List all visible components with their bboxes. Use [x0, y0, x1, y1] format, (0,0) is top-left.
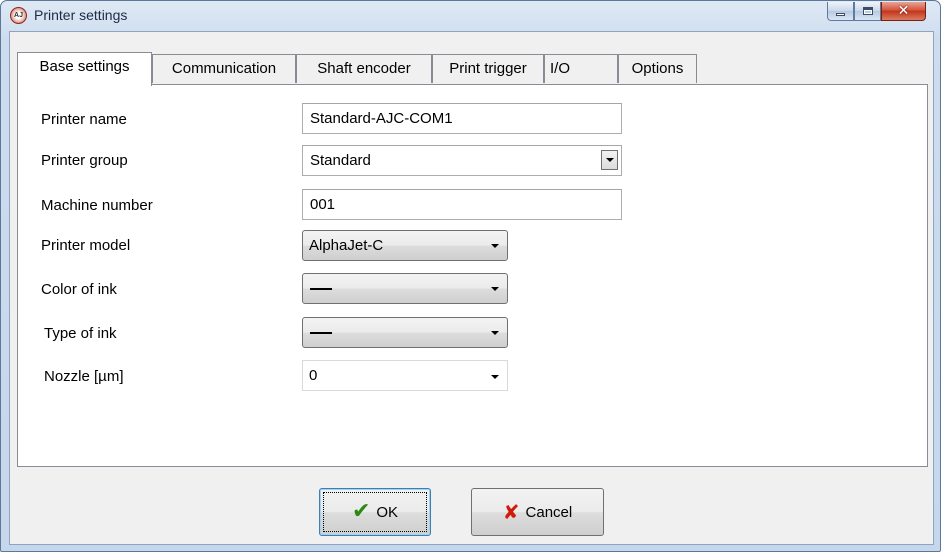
printer-name-label: Printer name [41, 111, 127, 128]
maximize-icon [862, 7, 873, 15]
cancel-button-label: Cancel [525, 503, 573, 521]
tab-io[interactable]: I/O [544, 54, 618, 83]
ok-button-label: OK [376, 503, 399, 521]
empty-selection-dash [310, 288, 332, 290]
machine-number-label: Machine number [41, 197, 153, 214]
maximize-button[interactable] [854, 2, 881, 21]
printer-group-dropdown-button[interactable] [601, 150, 618, 170]
tab-print-trigger[interactable]: Print trigger [432, 54, 544, 83]
close-button[interactable]: ✕ [881, 2, 926, 21]
checkmark-icon: ✔ [351, 499, 371, 524]
printer-group-label: Printer group [41, 152, 128, 169]
window-controls: ✕ [827, 2, 926, 23]
dialog-client-area: Base settings Communication Shaft encode… [9, 31, 934, 545]
chevron-down-icon [491, 331, 499, 335]
nozzle-label: Nozzle [µm] [44, 368, 124, 385]
printer-settings-window: AJ Printer settings ✕ Base settings Comm… [0, 0, 941, 552]
x-icon: ✘ [502, 500, 520, 524]
printer-name-input[interactable]: Standard-AJC-COM1 [302, 103, 622, 134]
tab-base-settings[interactable]: Base settings [17, 52, 152, 86]
type-of-ink-dropdown[interactable] [302, 317, 508, 348]
chevron-down-icon [491, 244, 499, 248]
minimize-button[interactable] [827, 2, 854, 21]
machine-number-input[interactable]: 001 [302, 189, 622, 220]
printer-model-value: AlphaJet-C [309, 237, 384, 254]
chevron-down-icon [491, 287, 499, 291]
chevron-down-icon [491, 375, 499, 379]
printer-model-label: Printer model [41, 237, 131, 254]
tab-communication[interactable]: Communication [152, 54, 296, 83]
nozzle-dropdown[interactable]: 0 [302, 360, 508, 391]
title-bar[interactable]: AJ Printer settings ✕ [1, 1, 940, 31]
base-settings-panel: Printer name Standard-AJC-COM1 Printer g… [17, 84, 928, 467]
type-of-ink-label: Type of ink [44, 325, 117, 342]
printer-group-value: Standard [310, 152, 371, 169]
empty-selection-dash [310, 332, 332, 334]
color-of-ink-label: Color of ink [41, 281, 117, 298]
chevron-down-icon [605, 158, 614, 162]
tab-shaft-encoder[interactable]: Shaft encoder [296, 54, 432, 83]
close-icon: ✕ [897, 3, 910, 19]
window-title: Printer settings [34, 7, 128, 23]
cancel-button[interactable]: ✘ Cancel [471, 488, 604, 536]
tab-options[interactable]: Options [618, 54, 697, 83]
nozzle-value: 0 [309, 367, 318, 384]
printer-group-combobox[interactable]: Standard [302, 145, 622, 176]
printer-model-dropdown[interactable]: AlphaJet-C [302, 230, 508, 261]
color-of-ink-dropdown[interactable] [302, 273, 508, 304]
app-logo-icon[interactable]: AJ [10, 7, 27, 24]
ok-button[interactable]: ✔ OK [319, 488, 431, 536]
minimize-icon [836, 12, 845, 16]
